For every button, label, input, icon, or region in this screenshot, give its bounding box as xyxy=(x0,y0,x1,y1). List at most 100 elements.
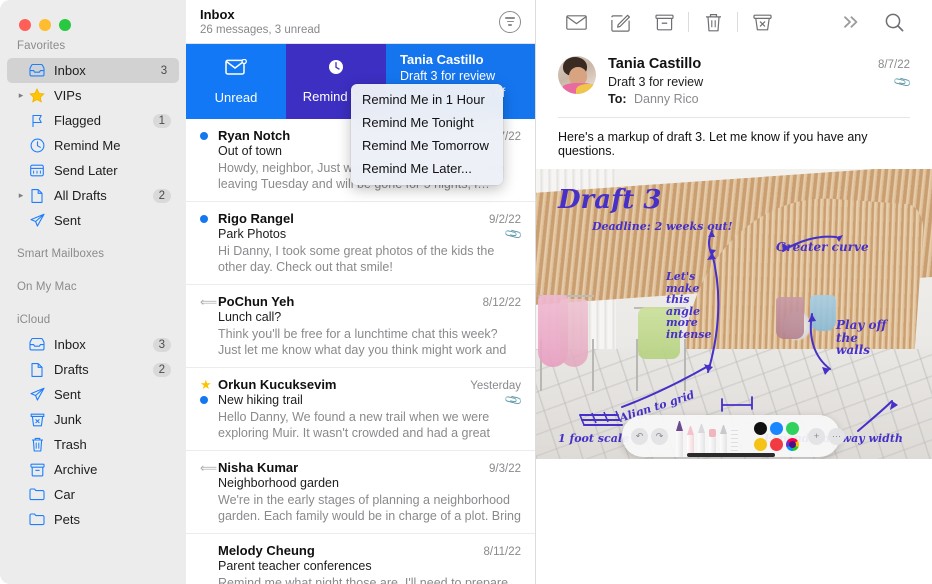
close-button[interactable] xyxy=(19,19,31,31)
message-subject: Neighborhood garden xyxy=(218,476,521,490)
message-sender: PoChun Yeh xyxy=(218,294,483,309)
color-swatch-custom[interactable] xyxy=(786,438,799,451)
reader-toolbar xyxy=(536,0,932,44)
sidebar-item-car[interactable]: Car xyxy=(7,482,179,507)
ruler-tool[interactable] xyxy=(731,417,738,457)
redo-icon[interactable]: ↷ xyxy=(651,428,668,445)
window-controls xyxy=(0,0,186,34)
sidebar-item-trash[interactable]: Trash xyxy=(7,432,179,457)
sidebar-item-send-later[interactable]: Send Later xyxy=(7,158,179,183)
markup-toolbar[interactable]: ↶ ↷ xyxy=(622,415,840,457)
archive-icon xyxy=(27,463,47,477)
markup-tools[interactable] xyxy=(676,415,738,457)
sidebar-item-label: Inbox xyxy=(54,63,157,78)
junk-icon xyxy=(27,413,47,427)
sidebar-item-icloud-inbox[interactable]: Inbox 3 xyxy=(7,332,179,357)
inbox-icon xyxy=(27,338,47,351)
to-label: To: xyxy=(608,92,627,106)
sidebar-item-icloud-sent[interactable]: Sent xyxy=(7,382,179,407)
sidebar-item-inbox[interactable]: Inbox 3 xyxy=(7,58,179,83)
swipe-unread-button[interactable]: Unread xyxy=(186,44,286,119)
undo-icon[interactable]: ↶ xyxy=(631,428,648,445)
menu-item-remind-tonight[interactable]: Remind Me Tonight xyxy=(351,111,503,134)
table-row[interactable]: Melody Cheung 8/11/22 Parent teacher con… xyxy=(186,534,535,584)
minimize-button[interactable] xyxy=(39,19,51,31)
ellipsis-icon[interactable]: ⋯ xyxy=(828,428,845,445)
color-swatch-yellow[interactable] xyxy=(754,438,767,451)
avatar xyxy=(558,56,596,94)
message-subject: Lunch call? xyxy=(218,310,521,324)
annotation-draft-3: Draft 3 xyxy=(558,187,661,214)
eraser-tool[interactable] xyxy=(709,417,716,457)
chevron-double-right-icon[interactable] xyxy=(828,7,872,37)
annotation-greater-curve: Greater curve xyxy=(776,241,869,254)
sidebar-item-label: Pets xyxy=(54,512,157,527)
color-swatch-black[interactable] xyxy=(754,422,767,435)
sidebar-item-label: Trash xyxy=(54,437,157,452)
search-icon[interactable] xyxy=(872,7,916,37)
sidebar-item-remind-me[interactable]: Remind Me xyxy=(7,133,179,158)
document-icon xyxy=(27,363,47,377)
message-subject-line: Park Photos 📎 xyxy=(218,227,521,241)
sidebar-item-sent[interactable]: Sent xyxy=(7,208,179,233)
message-preview: We're in the early stages of planning a … xyxy=(218,492,521,524)
sidebar-item-label: Car xyxy=(54,487,157,502)
compose-icon[interactable] xyxy=(598,7,642,37)
trash-icon[interactable] xyxy=(691,7,735,37)
sidebar-item-all-drafts[interactable]: ▸ All Drafts 2 xyxy=(7,183,179,208)
sidebar-item-label: Send Later xyxy=(54,163,157,178)
calendar-icon xyxy=(27,164,47,177)
lasso-tool[interactable] xyxy=(720,417,727,457)
sidebar-item-count: 3 xyxy=(157,65,171,77)
zoom-button[interactable] xyxy=(59,19,71,31)
sidebar-item-label: Inbox xyxy=(54,337,153,352)
star-icon: ★ xyxy=(200,378,212,391)
highlighter-tool[interactable] xyxy=(687,417,694,457)
envelope-icon[interactable] xyxy=(554,7,598,37)
color-swatch-red[interactable] xyxy=(770,438,783,451)
sidebar-item-icloud-drafts[interactable]: Drafts 2 xyxy=(7,357,179,382)
menu-item-remind-later[interactable]: Remind Me Later... xyxy=(351,157,503,180)
message-sender: Tania Castillo xyxy=(400,51,521,68)
markup-image-attachment[interactable]: Draft 3 Deadline: 2 weeks out! Let's mak… xyxy=(536,169,932,459)
message-subject: Draft 3 for review xyxy=(400,68,521,85)
unread-indicator xyxy=(200,215,218,223)
plus-icon[interactable]: + xyxy=(808,428,825,445)
pen-tool[interactable] xyxy=(676,417,683,457)
unread-indicator xyxy=(200,132,218,140)
mail-window: Favorites Inbox 3 ▸ VIPs Flagged 1 xyxy=(0,0,932,584)
chevron-right-icon[interactable]: ▸ xyxy=(15,191,27,200)
message-date: 9/3/22 xyxy=(489,463,521,475)
message-date: 8/11/22 xyxy=(483,546,521,558)
sidebar-item-pets[interactable]: Pets xyxy=(7,507,179,532)
markup-color-palette[interactable] xyxy=(754,422,799,451)
table-row[interactable]: ⟸ Nisha Kumar 9/3/22 Neighborhood garden… xyxy=(186,451,535,534)
mailbox-status: 26 messages, 3 unread xyxy=(200,23,499,37)
filter-icon[interactable] xyxy=(499,11,521,33)
menu-item-remind-tomorrow[interactable]: Remind Me Tomorrow xyxy=(351,134,503,157)
annotation-foot-scale: 1 foot scale xyxy=(558,433,629,445)
color-swatch-green[interactable] xyxy=(786,422,799,435)
sidebar-section-on-my-mac: On My Mac xyxy=(0,275,186,299)
swipe-action-label: Unread xyxy=(215,90,258,105)
chevron-right-icon[interactable]: ▸ xyxy=(15,91,27,100)
sidebar-item-archive[interactable]: Archive xyxy=(7,457,179,482)
unread-indicator xyxy=(200,396,218,404)
sidebar-item-flagged[interactable]: Flagged 1 xyxy=(7,108,179,133)
table-row[interactable]: ★ Orkun Kucuksevim Yesterday New hiking … xyxy=(186,368,535,451)
vip-indicator: ★ xyxy=(200,378,218,391)
sidebar-item-vips[interactable]: ▸ VIPs xyxy=(7,83,179,108)
message-preview: Hi Danny, I took some great photos of th… xyxy=(218,243,521,275)
message-subject-line: New hiking trail 📎 xyxy=(200,393,521,407)
unread-envelope-icon xyxy=(225,59,247,81)
pencil-tool[interactable] xyxy=(698,417,705,457)
table-row[interactable]: Rigo Rangel 9/2/22 Park Photos 📎 Hi Dann… xyxy=(186,202,535,285)
junk-icon[interactable] xyxy=(740,7,784,37)
sidebar-item-junk[interactable]: Junk xyxy=(7,407,179,432)
color-swatch-blue[interactable] xyxy=(770,422,783,435)
archive-icon[interactable] xyxy=(642,7,686,37)
menu-item-remind-1-hour[interactable]: Remind Me in 1 Hour xyxy=(351,88,503,111)
paperclip-icon[interactable]: 📎 xyxy=(892,72,912,92)
paper-plane-icon xyxy=(27,213,47,228)
table-row[interactable]: ⟸ PoChun Yeh 8/12/22 Lunch call? Think y… xyxy=(186,285,535,368)
